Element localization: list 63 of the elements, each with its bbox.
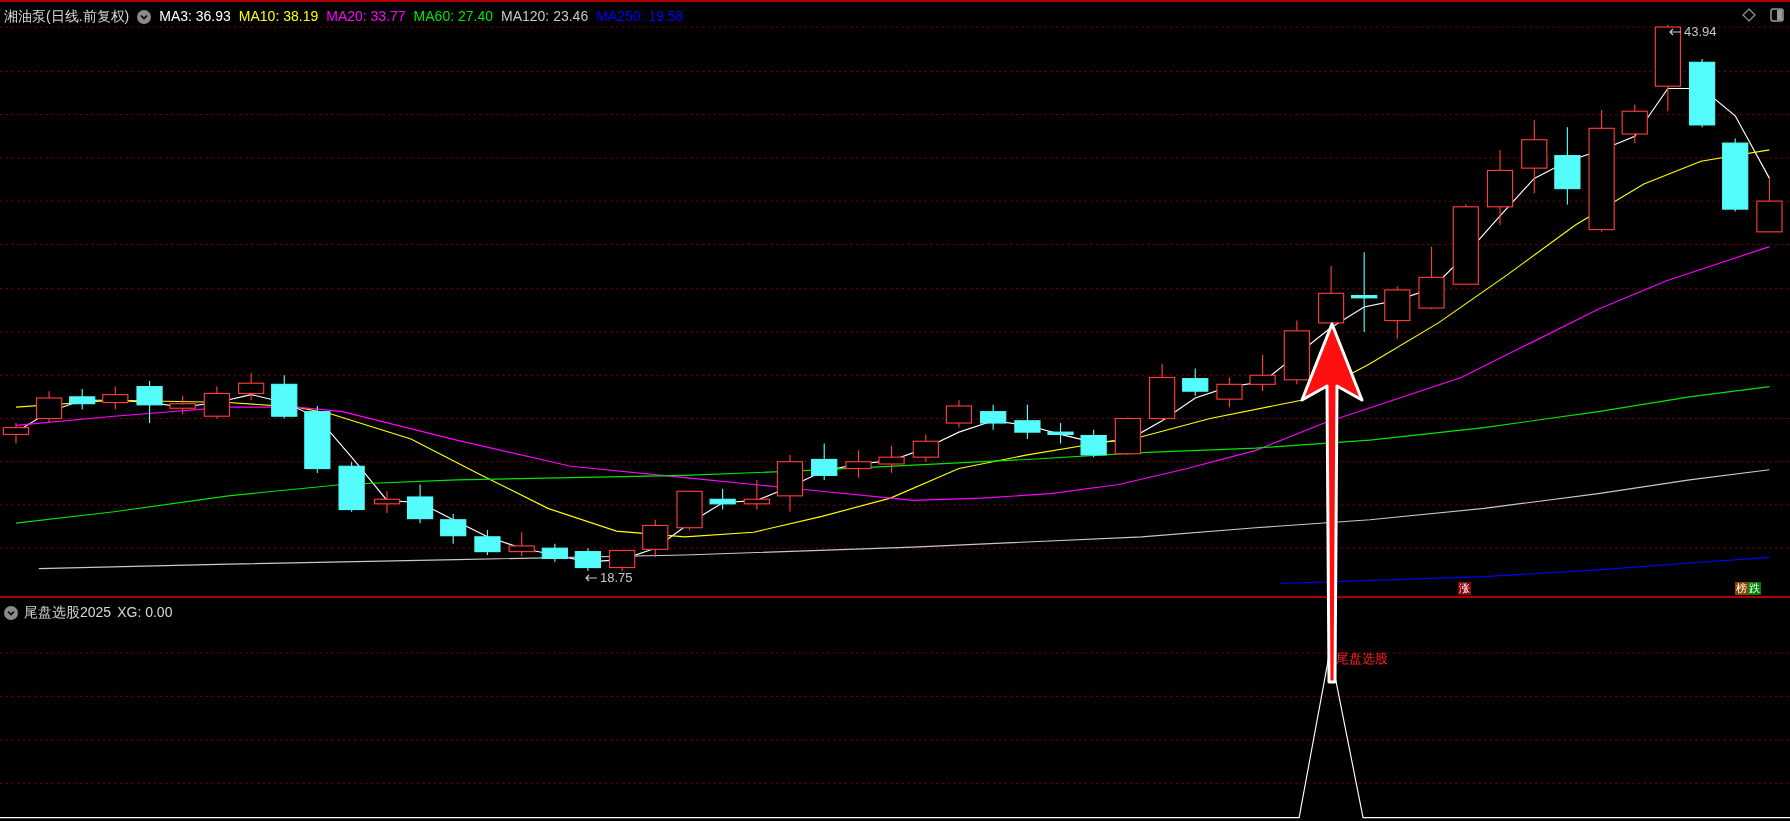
candlestick — [1080, 429, 1107, 458]
diamond-icon[interactable] — [1742, 8, 1756, 22]
candlestick — [878, 445, 905, 474]
candlestick — [541, 543, 568, 563]
indicator-value: XG: 0.00 — [117, 603, 173, 622]
moving-average-label: MA20: 33.77 — [326, 7, 406, 26]
signal-badge: 榜 — [1735, 582, 1748, 595]
candlestick — [743, 479, 770, 511]
moving-average-label: MA120: 23.46 — [501, 7, 589, 26]
candlestick — [776, 454, 804, 513]
panel-toggle-icon[interactable] — [1770, 8, 1784, 22]
candlestick — [1014, 404, 1041, 440]
candlestick — [102, 386, 129, 410]
candlestick — [338, 461, 365, 513]
candlestick — [271, 374, 298, 420]
candlestick — [69, 388, 96, 410]
candlestick — [238, 372, 265, 401]
candlestick — [1182, 367, 1209, 397]
candlestick — [1149, 363, 1176, 422]
dropdown-icon[interactable] — [137, 9, 152, 24]
candlestick — [35, 390, 63, 424]
dropdown-icon[interactable] — [4, 605, 18, 620]
pointer-arrow-icon — [1668, 26, 1682, 37]
moving-average-label: MA60: 27.40 — [413, 7, 493, 26]
moving-average-label: MA3: 36.93 — [159, 7, 231, 26]
candlestick — [1114, 416, 1141, 456]
candlestick — [811, 442, 838, 481]
candlestick — [169, 395, 196, 415]
pointer-arrow-icon — [584, 572, 598, 583]
candlestick — [508, 531, 535, 557]
candlestick — [1283, 320, 1310, 385]
candlestick — [1756, 177, 1783, 233]
candlestick — [609, 549, 636, 572]
candlestick — [440, 513, 467, 545]
candlestick — [373, 490, 401, 514]
moving-average-label: MA250: 19.58 — [596, 7, 684, 26]
chart-title: 湘油泵(日线.前复权) — [4, 7, 130, 26]
candlestick — [203, 386, 231, 420]
indicator-title: 尾盘选股2025 — [24, 603, 112, 622]
moving-average-label: MA10: 38.19 — [238, 7, 319, 26]
candlestick — [676, 490, 703, 531]
candlestick — [845, 449, 872, 479]
candlestick — [945, 399, 973, 429]
price-label: 43.94 — [1684, 23, 1717, 41]
signal-badge: 跌 — [1748, 582, 1761, 595]
candlestick — [1418, 246, 1445, 310]
candlestick — [642, 519, 669, 558]
signal-badge: 涨 — [1458, 582, 1471, 595]
candlestick — [1688, 58, 1716, 128]
candlestick — [574, 547, 602, 572]
candlestick — [912, 433, 939, 463]
candlestick — [406, 483, 434, 524]
candlestick — [1249, 354, 1276, 392]
candlestick — [980, 404, 1007, 431]
candlestick — [709, 488, 736, 511]
candlestick — [1621, 103, 1648, 144]
candlestick — [136, 380, 163, 424]
candlestick — [1384, 285, 1411, 340]
candlestick — [304, 405, 331, 474]
price-label: 18.75 — [600, 569, 633, 587]
candlestick — [1216, 376, 1243, 408]
candlestick — [1047, 422, 1074, 445]
candlestick — [474, 529, 501, 556]
